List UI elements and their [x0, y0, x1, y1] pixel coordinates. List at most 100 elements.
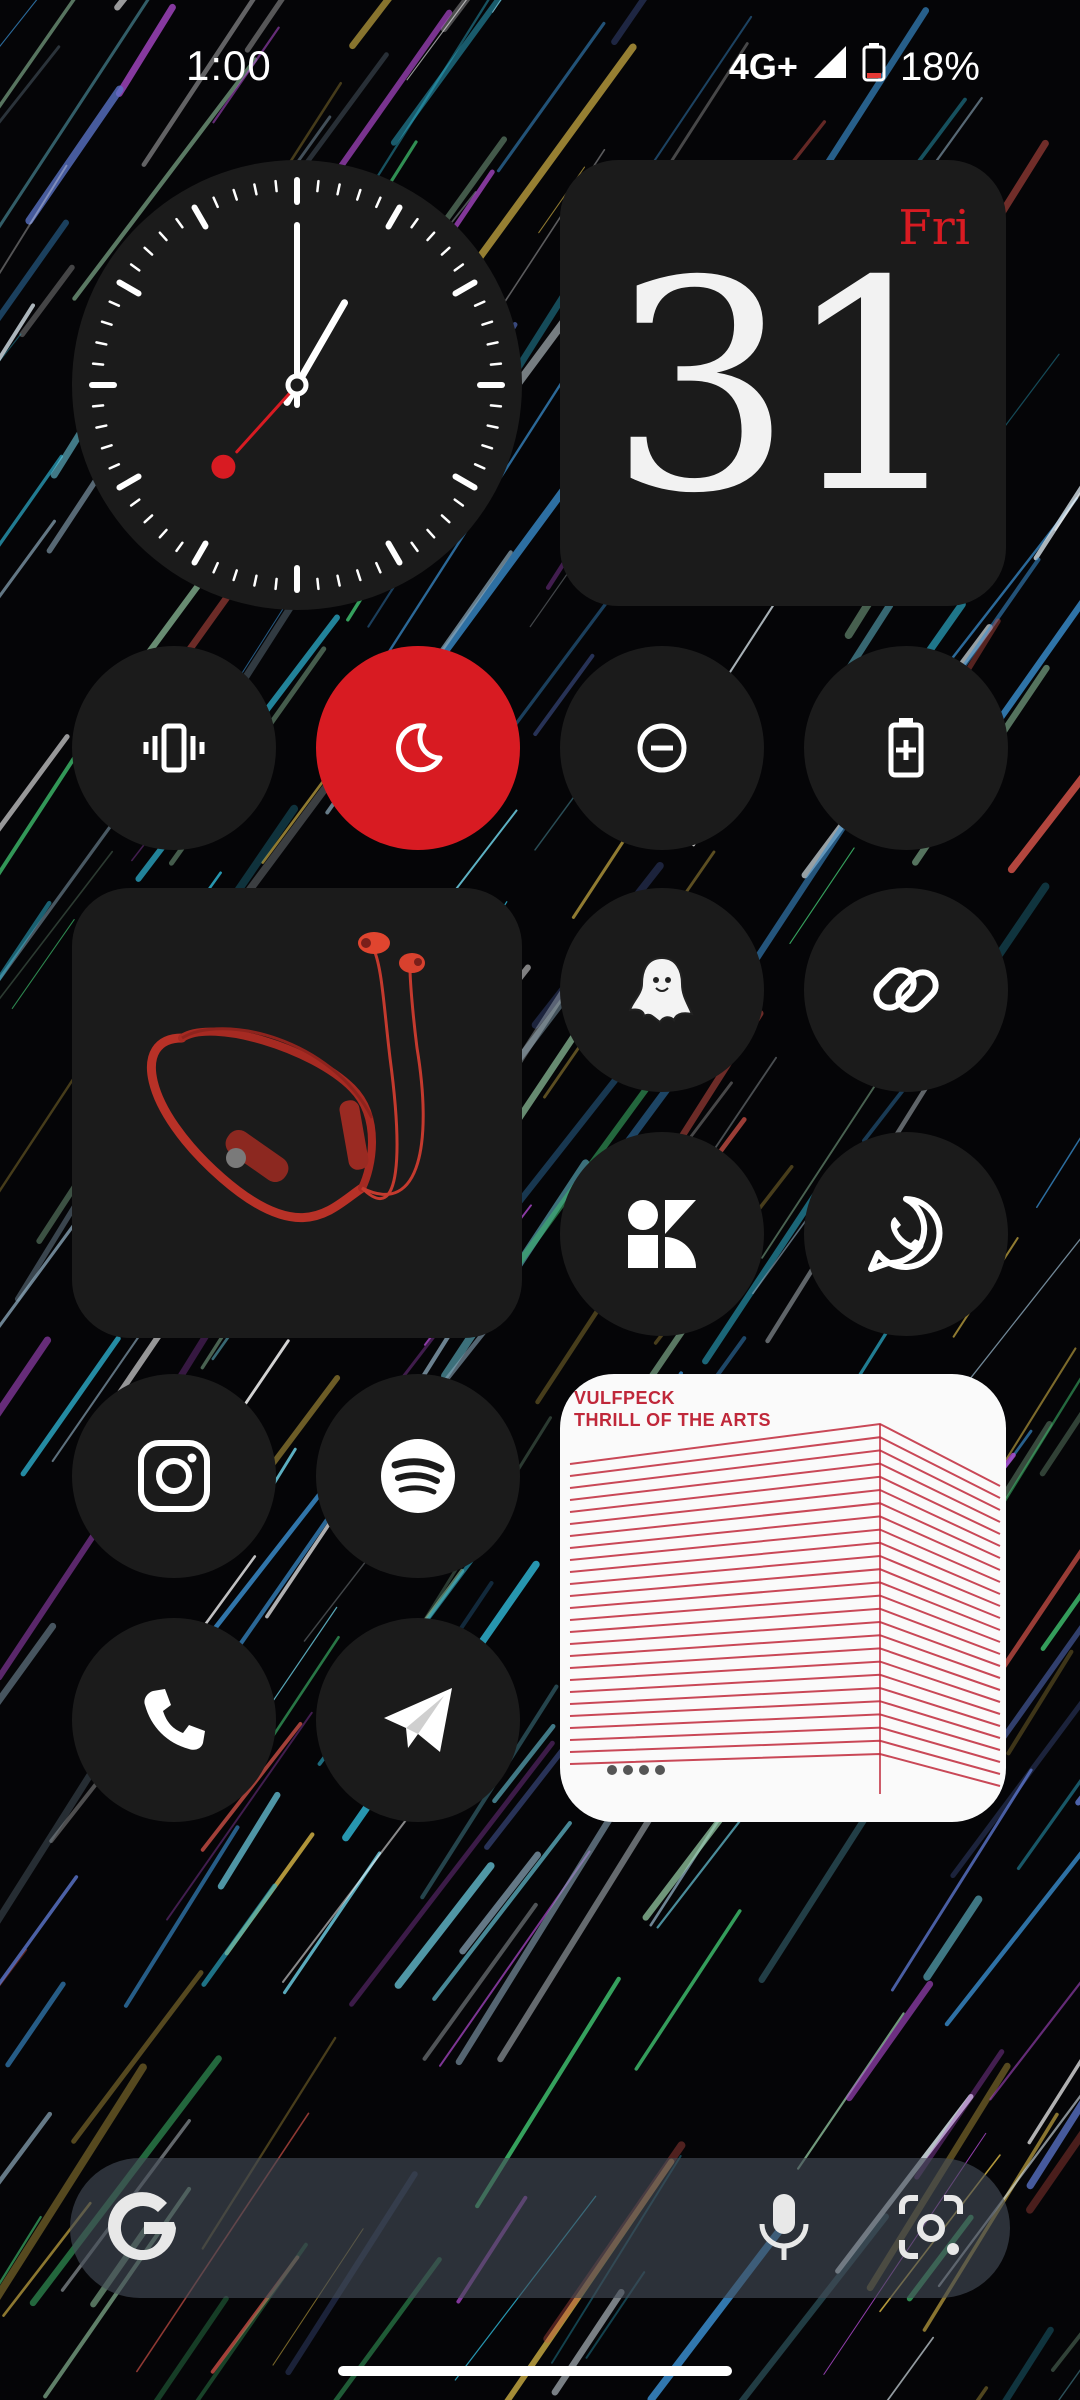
clock-minute-tick [129, 498, 141, 507]
vibrate-toggle[interactable] [72, 646, 276, 850]
clock-minute-tick [175, 217, 184, 229]
whatsapp-icon [865, 1193, 947, 1275]
clock-minute-tick [100, 444, 113, 450]
page-dots [607, 1765, 665, 1775]
clock-minute-tick [336, 574, 341, 587]
clock-minute-tick [129, 263, 141, 272]
battery-percent: 18% [899, 44, 980, 89]
bedtime-toggle[interactable] [316, 646, 520, 850]
clock-minute-tick [375, 561, 382, 574]
telegram-icon [380, 1682, 456, 1758]
clock-minute-tick [481, 320, 494, 326]
clock-minute-tick [453, 498, 465, 507]
clock-hour-tick [385, 204, 403, 230]
status-indicators: 4G+ 18% [729, 42, 980, 92]
clock-hour-tick [116, 279, 142, 297]
neckband-earphones-image [147, 932, 425, 1223]
clock-minute-tick [212, 196, 219, 209]
clock-minute-tick [108, 463, 121, 470]
clock-minute-tick [108, 300, 121, 307]
clock-minute-tick [158, 528, 168, 539]
clock-hour-tick [191, 204, 209, 230]
moon-icon [388, 718, 448, 778]
clock-minute-tick [356, 188, 362, 201]
date-day-number: 31 [608, 220, 967, 557]
clock-minute-tick [232, 569, 238, 582]
clipboard-app-icon-button[interactable] [804, 888, 1008, 1092]
date-widget[interactable]: Fri 31 [560, 160, 1006, 606]
clock-minute-tick [440, 246, 451, 256]
phone-icon [139, 1685, 209, 1755]
clock-minute-tick [375, 196, 382, 209]
clock-minute-tick [91, 404, 105, 408]
camera-lens-icon[interactable] [896, 2192, 966, 2267]
phone-icon-button[interactable] [72, 1618, 276, 1822]
clock-minute-tick [440, 514, 451, 524]
battery-saver-toggle[interactable] [804, 646, 1008, 850]
clock-minute-tick [274, 179, 278, 193]
clock-hour-tick [452, 473, 478, 491]
signal-icon [812, 44, 848, 90]
google-g-icon [104, 2188, 184, 2273]
clock-minute-tick [316, 179, 320, 193]
minus-circle-icon [635, 721, 689, 775]
clock-minute-tick [453, 263, 465, 272]
telegram-icon-button[interactable] [316, 1618, 520, 1822]
clock-second-dot [211, 454, 236, 479]
clock-minute-tick [473, 300, 486, 307]
clock-minute-tick [410, 217, 419, 229]
clock-minute-tick [356, 569, 362, 582]
link-icon [866, 950, 946, 1030]
clock-center-pin [285, 373, 309, 397]
spotify-icon [379, 1437, 457, 1515]
do-not-disturb-toggle[interactable] [560, 646, 764, 850]
clock-minute-tick [100, 320, 113, 326]
analog-clock-widget[interactable] [72, 160, 522, 610]
clock-minute-tick [481, 444, 494, 450]
mic-icon[interactable] [756, 2192, 812, 2269]
clock-minute-tick [212, 561, 219, 574]
spotify-icon-button[interactable] [316, 1374, 520, 1578]
clock-minute-tick [253, 183, 258, 196]
clock-minute-tick [410, 541, 419, 553]
earphones-product-widget[interactable] [72, 888, 522, 1338]
ghost-app-icon-button[interactable] [560, 888, 764, 1092]
clock-minute-tick [426, 231, 436, 242]
battery-plus-icon [886, 717, 926, 779]
clock-hour-tick [191, 540, 209, 566]
clock-second-hand [235, 383, 299, 454]
battery-icon [862, 42, 886, 92]
shapes-app-icon-button[interactable] [560, 1132, 764, 1336]
status-time: 1:00 [186, 42, 272, 89]
clock-minute-tick [316, 577, 320, 591]
clock-minute-tick [175, 541, 184, 553]
shapes-icon [625, 1197, 699, 1271]
clock-minute-tick [489, 362, 503, 366]
clock-hour-tick [116, 473, 142, 491]
clock-hour-tick [385, 540, 403, 566]
ghost-icon [622, 950, 702, 1030]
vibrate-icon [142, 716, 206, 780]
whatsapp-icon-button[interactable] [804, 1132, 1008, 1336]
clock-minute-tick [486, 341, 499, 346]
clock-minute-tick [473, 463, 486, 470]
instagram-icon [137, 1439, 211, 1513]
clock-minute-tick [253, 574, 258, 587]
now-playing-album-widget[interactable]: VULFPECK THRILL OF THE ARTS [560, 1374, 1006, 1822]
clock-minute-tick [486, 424, 499, 429]
clock-minute-tick [91, 362, 105, 366]
clock-hour-tick [452, 279, 478, 297]
clock-minute-tick [143, 246, 154, 256]
clock-minute-tick [95, 341, 108, 346]
instagram-icon-button[interactable] [72, 1374, 276, 1578]
clock-minute-tick [95, 424, 108, 429]
clock-minute-tick [232, 188, 238, 201]
gesture-nav-handle[interactable] [338, 2366, 732, 2376]
google-search-bar[interactable] [70, 2158, 1010, 2298]
clock-minute-tick [426, 528, 436, 539]
clock-minute-tick [489, 404, 503, 408]
clock-minute-tick [336, 183, 341, 196]
network-type: 4G+ [728, 46, 798, 87]
clock-minute-tick [158, 231, 168, 242]
clock-minute-tick [274, 577, 278, 591]
